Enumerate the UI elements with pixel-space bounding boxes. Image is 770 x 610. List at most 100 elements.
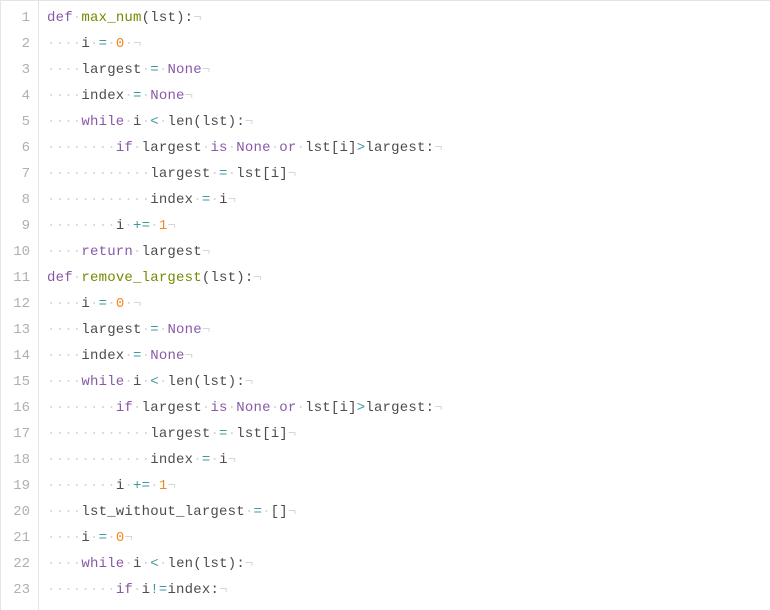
token-punc: :: [236, 114, 245, 130]
code-line[interactable]: ····i·=·0·¬: [47, 291, 770, 317]
code-editor[interactable]: 1234567891011121314151617181920212223 de…: [1, 1, 770, 610]
token-var: largest: [142, 140, 202, 156]
token-var: len: [167, 374, 193, 390]
token-var: i: [271, 426, 280, 442]
indent-whitespace: ····: [47, 114, 81, 130]
token-var: lst: [305, 400, 331, 416]
token-var: i: [81, 530, 90, 546]
whitespace: ·: [124, 114, 133, 130]
eol-marker: ¬: [133, 296, 142, 312]
code-area[interactable]: def·max_num(lst):¬····i·=·0·¬····largest…: [39, 1, 770, 610]
code-line[interactable]: ············index·=·i¬: [47, 187, 770, 213]
token-kw: if: [116, 582, 133, 598]
token-punc: (: [193, 374, 202, 390]
token-kw: return: [81, 244, 133, 260]
whitespace: ·: [210, 192, 219, 208]
code-line[interactable]: ····while·i·<·len(lst):¬: [47, 551, 770, 577]
code-line[interactable]: ····return·largest¬: [47, 239, 770, 265]
code-line[interactable]: def·remove_largest(lst):¬: [47, 265, 770, 291]
token-none: None: [236, 400, 270, 416]
eol-marker: ¬: [193, 10, 202, 26]
token-punc: :: [426, 400, 435, 416]
eol-marker: ¬: [228, 452, 237, 468]
eol-marker: ¬: [133, 36, 142, 52]
code-line[interactable]: ····i·=·0¬: [47, 525, 770, 551]
token-var: lst: [210, 270, 236, 286]
indent-whitespace: ····: [47, 296, 81, 312]
code-line[interactable]: ····i·=·0·¬: [47, 31, 770, 57]
token-kw: is: [210, 400, 227, 416]
code-line[interactable]: ····while·i·<·len(lst):¬: [47, 369, 770, 395]
whitespace: ·: [133, 140, 142, 156]
whitespace: ·: [124, 88, 133, 104]
whitespace: ·: [90, 530, 99, 546]
token-punc: ]: [348, 400, 357, 416]
token-op: =: [150, 62, 159, 78]
indent-whitespace: ····: [47, 504, 81, 520]
whitespace: ·: [124, 218, 133, 234]
code-line[interactable]: ····while·i·<·len(lst):¬: [47, 109, 770, 135]
indent-whitespace: ············: [47, 426, 150, 442]
code-line[interactable]: ········i·+=·1¬: [47, 213, 770, 239]
token-var: lst: [202, 114, 228, 130]
indent-whitespace: ············: [47, 166, 150, 182]
token-var: largest: [81, 322, 141, 338]
indent-whitespace: ····: [47, 62, 81, 78]
token-punc: :: [236, 374, 245, 390]
eol-marker: ¬: [245, 374, 254, 390]
code-line[interactable]: ············largest·=·lst[i]¬: [47, 421, 770, 447]
token-var: index: [150, 452, 193, 468]
code-line[interactable]: ····lst_without_largest·=·[]¬: [47, 499, 770, 525]
token-var: lst: [305, 140, 331, 156]
whitespace: ·: [228, 140, 237, 156]
token-op: =: [150, 322, 159, 338]
indent-whitespace: ········: [47, 582, 116, 598]
line-number: 17: [1, 421, 38, 447]
line-number: 6: [1, 135, 38, 161]
token-none: None: [150, 348, 184, 364]
indent-whitespace: ····: [47, 244, 81, 260]
indent-whitespace: ········: [47, 400, 116, 416]
code-line[interactable]: ····largest·=·None¬: [47, 57, 770, 83]
token-kw: or: [279, 140, 296, 156]
code-line[interactable]: ············largest·=·lst[i]¬: [47, 161, 770, 187]
token-var: index: [81, 348, 124, 364]
line-number: 5: [1, 109, 38, 135]
token-punc: [: [331, 140, 340, 156]
token-none: None: [236, 140, 270, 156]
token-var: largest: [81, 62, 141, 78]
code-line[interactable]: def·max_num(lst):¬: [47, 5, 770, 31]
whitespace: ·: [142, 88, 151, 104]
token-var: i: [271, 166, 280, 182]
code-line[interactable]: ········if·i!=index:¬: [47, 577, 770, 603]
eol-marker: ¬: [245, 556, 254, 572]
whitespace: ·: [193, 192, 202, 208]
token-punc: ]: [279, 504, 288, 520]
whitespace: ·: [90, 296, 99, 312]
indent-whitespace: ············: [47, 192, 150, 208]
token-fn: remove_largest: [81, 270, 201, 286]
token-var: index: [81, 88, 124, 104]
token-var: index: [150, 192, 193, 208]
token-kw: if: [116, 400, 133, 416]
eol-marker: ¬: [288, 504, 297, 520]
code-line[interactable]: ····index·=·None¬: [47, 343, 770, 369]
eol-marker: ¬: [124, 530, 133, 546]
code-line[interactable]: ········if·largest·is·None·or·lst[i]>lar…: [47, 395, 770, 421]
token-var: largest: [150, 426, 210, 442]
whitespace: ·: [271, 400, 280, 416]
eol-marker: ¬: [253, 270, 262, 286]
whitespace: ·: [142, 556, 151, 572]
code-line[interactable]: ············index·=·i¬: [47, 447, 770, 473]
code-line[interactable]: ····largest·=·None¬: [47, 317, 770, 343]
token-punc: ): [236, 270, 245, 286]
code-line[interactable]: ········if·largest·is·None·or·lst[i]>lar…: [47, 135, 770, 161]
indent-whitespace: ····: [47, 348, 81, 364]
token-var: i: [81, 296, 90, 312]
code-line[interactable]: ········i·+=·1¬: [47, 473, 770, 499]
whitespace: ·: [142, 114, 151, 130]
eol-marker: ¬: [288, 426, 297, 442]
code-line[interactable]: ····index·=·None¬: [47, 83, 770, 109]
whitespace: ·: [90, 36, 99, 52]
line-number: 2: [1, 31, 38, 57]
